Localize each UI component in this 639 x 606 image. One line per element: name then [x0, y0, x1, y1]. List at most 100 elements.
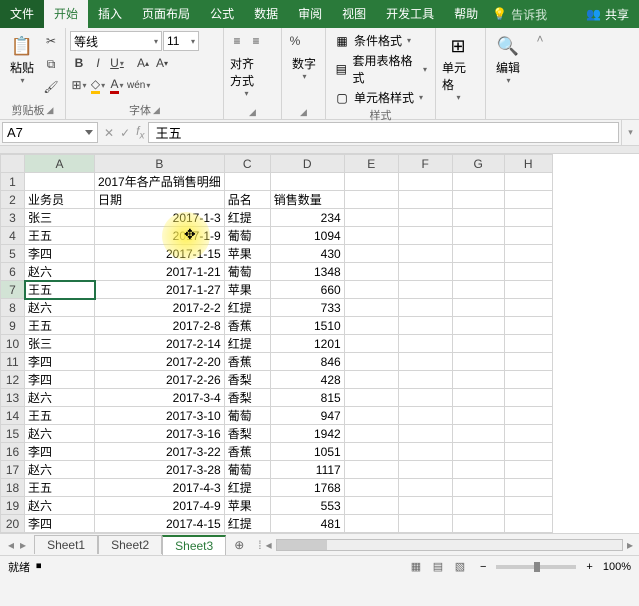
cancel-icon[interactable]: ✕	[104, 126, 114, 140]
tab-view[interactable]: 视图	[332, 0, 376, 28]
cell[interactable]	[344, 173, 398, 191]
tab-developer[interactable]: 开发工具	[376, 0, 444, 28]
dialog-launcher-icon[interactable]: ◢	[153, 105, 160, 116]
cell[interactable]	[504, 461, 552, 479]
zoom-slider[interactable]	[496, 565, 576, 569]
tab-help[interactable]: 帮助	[444, 0, 488, 28]
sheet-tab-sheet1[interactable]: Sheet1	[34, 535, 98, 554]
cell[interactable]	[452, 317, 504, 335]
cell[interactable]	[452, 353, 504, 371]
cell[interactable]	[452, 389, 504, 407]
cell[interactable]: 红提	[224, 209, 270, 227]
cell[interactable]	[398, 173, 452, 191]
cell[interactable]	[452, 263, 504, 281]
column-header[interactable]: F	[398, 155, 452, 173]
cell[interactable]: 2017-2-14	[95, 335, 225, 353]
cell[interactable]	[344, 389, 398, 407]
cell[interactable]: 王五	[25, 479, 95, 497]
cell[interactable]	[452, 299, 504, 317]
cell[interactable]: 430	[270, 245, 344, 263]
underline-button[interactable]: U▾	[108, 53, 126, 73]
font-size-combo[interactable]: 11▾	[163, 31, 199, 51]
cell[interactable]	[344, 245, 398, 263]
row-header[interactable]: 14	[1, 407, 25, 425]
cell[interactable]	[344, 191, 398, 209]
page-layout-view-button[interactable]: ▤	[428, 559, 448, 575]
cell[interactable]	[344, 317, 398, 335]
row-header[interactable]: 4	[1, 227, 25, 245]
cell[interactable]	[452, 335, 504, 353]
cell[interactable]	[504, 209, 552, 227]
cell[interactable]: 660	[270, 281, 344, 299]
formula-input[interactable]: 王五	[148, 122, 619, 143]
cell[interactable]	[504, 263, 552, 281]
cell[interactable]	[398, 371, 452, 389]
format-painter-button[interactable]: 🖌	[42, 77, 60, 97]
cells-button[interactable]: ⊞单元格▾	[440, 31, 476, 104]
row-header[interactable]: 12	[1, 371, 25, 389]
row-header[interactable]: 20	[1, 515, 25, 533]
cell[interactable]: 234	[270, 209, 344, 227]
cell[interactable]	[398, 425, 452, 443]
cell[interactable]: 红提	[224, 515, 270, 533]
cell[interactable]	[398, 479, 452, 497]
row-header[interactable]: 16	[1, 443, 25, 461]
borders-button[interactable]: ⊞▾	[70, 75, 88, 95]
italic-button[interactable]: I	[89, 53, 107, 73]
cell[interactable]	[344, 335, 398, 353]
cell[interactable]	[452, 209, 504, 227]
cell[interactable]	[344, 461, 398, 479]
cell[interactable]	[398, 191, 452, 209]
cell[interactable]	[504, 425, 552, 443]
cell[interactable]: 2017-2-26	[95, 371, 225, 389]
cell[interactable]	[504, 281, 552, 299]
cell[interactable]: 赵六	[25, 389, 95, 407]
collapse-ribbon-button[interactable]: ˄	[530, 28, 550, 119]
cell[interactable]	[398, 335, 452, 353]
cell[interactable]: 日期	[95, 191, 225, 209]
increase-font-button[interactable]: A▴	[134, 53, 152, 73]
new-sheet-button[interactable]: ⊕	[226, 538, 252, 552]
cell[interactable]	[398, 461, 452, 479]
cell[interactable]: 苹果	[224, 245, 270, 263]
cell[interactable]: 2017-2-8	[95, 317, 225, 335]
cell[interactable]	[452, 515, 504, 533]
column-header[interactable]: G	[452, 155, 504, 173]
phonetic-button[interactable]: wén▾	[127, 75, 150, 95]
tab-insert[interactable]: 插入	[88, 0, 132, 28]
row-header[interactable]: 19	[1, 497, 25, 515]
cell[interactable]: 1117	[270, 461, 344, 479]
tab-review[interactable]: 审阅	[288, 0, 332, 28]
align-mid-icon[interactable]: ≡	[247, 31, 265, 51]
cell[interactable]: 赵六	[25, 299, 95, 317]
cell[interactable]	[504, 479, 552, 497]
column-header[interactable]: B	[95, 155, 225, 173]
cell[interactable]: 香蕉	[224, 353, 270, 371]
cell[interactable]	[344, 497, 398, 515]
alignment-button[interactable]: 对齐方式 ▾	[228, 53, 264, 100]
cell[interactable]	[452, 173, 504, 191]
cell[interactable]	[344, 353, 398, 371]
decrease-font-button[interactable]: A▾	[153, 53, 171, 73]
cell[interactable]	[452, 443, 504, 461]
cell[interactable]: 赵六	[25, 461, 95, 479]
row-header[interactable]: 9	[1, 317, 25, 335]
cell[interactable]: 1768	[270, 479, 344, 497]
cell[interactable]: 赵六	[25, 425, 95, 443]
sheet-tab-sheet3[interactable]: Sheet3	[162, 535, 226, 555]
cell[interactable]: 2017-3-16	[95, 425, 225, 443]
cell[interactable]: 红提	[224, 335, 270, 353]
column-header[interactable]: D	[270, 155, 344, 173]
column-header[interactable]: H	[504, 155, 552, 173]
cell[interactable]: 香梨	[224, 371, 270, 389]
cell[interactable]: 香蕉	[224, 317, 270, 335]
cell[interactable]: 846	[270, 353, 344, 371]
cell[interactable]	[398, 209, 452, 227]
cell[interactable]: 2017-1-27	[95, 281, 225, 299]
cell[interactable]: 2017-2-2	[95, 299, 225, 317]
cell[interactable]	[452, 227, 504, 245]
cell[interactable]: 葡萄	[224, 461, 270, 479]
cell[interactable]: 2017-4-3	[95, 479, 225, 497]
cell[interactable]	[504, 443, 552, 461]
cell[interactable]	[344, 281, 398, 299]
